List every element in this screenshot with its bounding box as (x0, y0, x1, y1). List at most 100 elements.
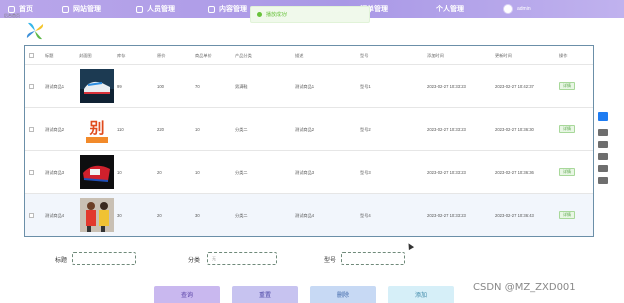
detail-button[interactable]: 详情 (559, 82, 575, 90)
cell-category: 分类二 (235, 127, 248, 132)
cover-image (80, 69, 114, 103)
watermark: CSDN @MZ_ZXD001 (473, 282, 576, 293)
column-header: 产品分类 (235, 53, 252, 58)
cell-price: 220 (157, 127, 164, 132)
cell-category: 男满鞋 (235, 84, 248, 89)
column-header: 描述 (295, 53, 304, 58)
nav-item-content[interactable]: 内容管理 (208, 4, 247, 14)
cell-price: 20 (157, 170, 162, 175)
table-row: 测试商品4 30 20 30 分类二 测试商品4 型号4 2023-02-27 … (25, 194, 593, 236)
row-checkbox[interactable] (29, 84, 34, 89)
cover-image (80, 198, 114, 232)
row-checkbox[interactable] (29, 213, 34, 218)
column-header[interactable]: 原价 (157, 53, 165, 59)
home-icon (8, 5, 15, 13)
nav-item-label: 人员管理 (147, 6, 175, 13)
cell-stock: 10 (117, 170, 122, 175)
column-header[interactable]: 商品单价 (195, 53, 212, 59)
table-header: 标题 封面图 库存 原价 商品单价 产品分类 描述 型号 添加时间 更新时间 操… (25, 46, 593, 65)
cell-category: 分类二 (235, 213, 248, 218)
table-row: 测试商品3 10 20 10 分类二 测试商品3 型号3 2023-02-27 … (25, 151, 593, 194)
nav-item-label: 内容管理 (219, 6, 247, 13)
cell-updated: 2023-02-27 10:36:30 (495, 127, 534, 132)
model-input[interactable] (341, 252, 405, 265)
cell-stock: 99 (117, 84, 122, 89)
breadcrumb[interactable]: 后台首页 (4, 13, 20, 19)
nav-item-profile[interactable]: 个人管理 (436, 4, 464, 14)
category-select[interactable]: 无 (207, 252, 277, 265)
svg-text:别: 别 (88, 119, 104, 137)
cell-title: 测试商品4 (45, 213, 65, 218)
user-name[interactable]: admin (517, 6, 531, 12)
cell-description: 测试商品2 (295, 127, 315, 132)
detail-button[interactable]: 详情 (559, 168, 575, 176)
check-circle-icon (257, 12, 262, 17)
detail-button[interactable]: 详情 (559, 211, 575, 219)
document-icon (208, 5, 215, 13)
add-button[interactable]: 添加 (388, 286, 454, 303)
cell-added: 2023-02-27 10:33:23 (427, 127, 466, 132)
column-header: 操作 (559, 53, 568, 58)
cell-added: 2023-02-27 10:33:23 (427, 84, 466, 89)
column-header[interactable]: 添加时间 (427, 53, 444, 59)
row-checkbox[interactable] (29, 127, 34, 132)
mouse-cursor-icon (405, 241, 415, 251)
cell-stock: 30 (117, 213, 122, 218)
query-button[interactable]: 查询 (154, 286, 220, 303)
toast-message: 播放成功! (266, 12, 288, 18)
cell-unit-price: 30 (195, 213, 200, 218)
camera-icon[interactable] (598, 129, 608, 136)
nav-item-people[interactable]: 人员管理 (136, 4, 175, 14)
cell-unit-price: 70 (195, 84, 200, 89)
cell-model: 型号3 (360, 170, 371, 175)
cell-updated: 2023-02-27 10:36:43 (495, 213, 534, 218)
cell-added: 2023-02-27 10:33:23 (427, 170, 466, 175)
cell-model: 型号2 (360, 127, 371, 132)
column-header[interactable]: 库存 (117, 53, 125, 59)
nav-item-label: 网站管理 (73, 6, 101, 13)
globe-icon (62, 5, 69, 13)
column-header: 型号 (360, 53, 369, 58)
cell-price: 20 (157, 213, 162, 218)
detail-button[interactable]: 详情 (559, 125, 575, 133)
reset-button[interactable]: 重置 (232, 286, 298, 303)
cell-category: 分类二 (235, 170, 248, 175)
user-icon (136, 5, 143, 13)
pinwheel-logo (26, 22, 44, 40)
table-row: 测试商品1 99 100 70 男满鞋 测试商品1 型号1 2023-02-27… (25, 65, 593, 108)
cell-title: 测试商品2 (45, 127, 65, 132)
cell-unit-price: 10 (195, 170, 200, 175)
cell-title: 测试商品1 (45, 84, 65, 89)
cover-image (80, 155, 114, 189)
cell-description: 测试商品4 (295, 213, 315, 218)
cover-image: 别 (80, 112, 114, 146)
cell-model: 型号1 (360, 84, 371, 89)
category-label: 分类 (188, 258, 201, 264)
cell-price: 100 (157, 84, 164, 89)
table-row: 测试商品2 别 110 220 10 分类二 测试商品2 型号2 2023-02… (25, 108, 593, 151)
pen-icon[interactable] (598, 177, 608, 184)
column-header[interactable]: 封面图 (79, 53, 92, 59)
select-all-checkbox[interactable] (29, 53, 34, 58)
avatar[interactable] (503, 4, 513, 14)
cell-unit-price: 10 (195, 127, 200, 132)
image-icon[interactable] (598, 141, 608, 148)
title-label: 标题 (55, 258, 68, 264)
row-checkbox[interactable] (29, 170, 34, 175)
cell-title: 测试商品3 (45, 170, 65, 175)
nav-item-site[interactable]: 网站管理 (62, 4, 101, 14)
title-input[interactable] (72, 252, 136, 265)
cell-updated: 2023-02-27 10:36:36 (495, 170, 534, 175)
cell-model: 型号4 (360, 213, 371, 218)
column-header[interactable]: 标题 (45, 53, 53, 59)
success-toast: 播放成功! (250, 6, 370, 23)
cell-added: 2023-02-27 10:33:23 (427, 213, 466, 218)
delete-button[interactable]: 删除 (310, 286, 376, 303)
product-table: 标题 封面图 库存 原价 商品单价 产品分类 描述 型号 添加时间 更新时间 操… (24, 45, 594, 237)
translate-icon[interactable] (598, 112, 608, 121)
cell-stock: 110 (117, 127, 124, 132)
column-header[interactable]: 更新时间 (495, 53, 512, 59)
chat-icon[interactable] (598, 165, 608, 172)
mail-icon[interactable] (598, 153, 608, 160)
cell-description: 测试商品1 (295, 84, 315, 89)
